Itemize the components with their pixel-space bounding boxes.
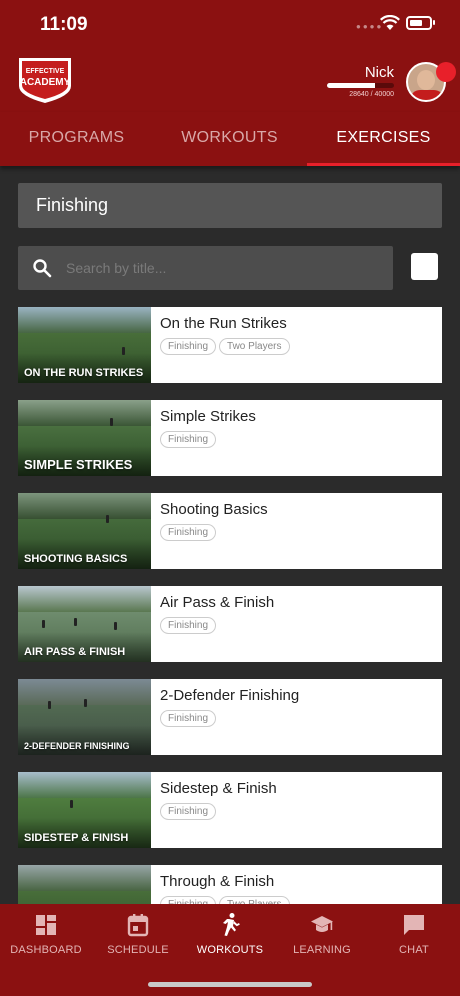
exercise-thumbnail: 2-DEFENDER FINISHING bbox=[18, 679, 151, 755]
tab-programs[interactable]: PROGRAMS bbox=[0, 112, 153, 166]
logo-line1: EFFECTIVE bbox=[26, 68, 65, 75]
top-tabs: PROGRAMS WORKOUTS EXERCISES bbox=[0, 112, 460, 166]
category-selector[interactable]: Finishing bbox=[18, 183, 442, 228]
exercise-thumbnail: AIR PASS & FINISH bbox=[18, 586, 151, 662]
logo-line2: ACADEMY bbox=[20, 77, 71, 88]
exercise-list[interactable]: ON THE RUN STRIKES On the Run Strikes Fi… bbox=[18, 307, 442, 904]
nav-label: DASHBOARD bbox=[10, 944, 82, 956]
exercise-title: Simple Strikes bbox=[160, 408, 256, 425]
tag: Finishing bbox=[160, 338, 217, 355]
tab-exercises[interactable]: EXERCISES bbox=[307, 112, 460, 166]
wifi-icon bbox=[380, 15, 400, 30]
exercise-title: Sidestep & Finish bbox=[160, 780, 277, 797]
exercise-title: Shooting Basics bbox=[160, 501, 268, 518]
tag-list: Finishing bbox=[160, 431, 217, 448]
exercise-title: Air Pass & Finish bbox=[160, 594, 275, 611]
chat-icon bbox=[404, 915, 424, 935]
exercise-title: On the Run Strikes bbox=[160, 315, 287, 332]
status-bar: 11:09 ●●●● bbox=[0, 0, 460, 50]
tag: Two Players bbox=[219, 896, 290, 904]
tag-list: Finishing Two Players bbox=[160, 896, 290, 904]
search-bar bbox=[18, 246, 393, 290]
tag-list: Finishing bbox=[160, 524, 217, 541]
exercise-thumbnail: SIDESTEP & FINISH bbox=[18, 772, 151, 848]
tag: Finishing bbox=[160, 803, 217, 820]
xp-progress-bar bbox=[327, 83, 394, 88]
tag-list: Finishing Two Players bbox=[160, 338, 290, 355]
exercise-card[interactable]: AIR PASS & FINISH Air Pass & Finish Fini… bbox=[18, 586, 442, 662]
academy-logo[interactable]: EFFECTIVE ACADEMY bbox=[16, 56, 74, 104]
search-input[interactable] bbox=[66, 246, 381, 290]
tag: Finishing bbox=[160, 896, 217, 904]
tag: Finishing bbox=[160, 431, 217, 448]
exercise-card[interactable]: SHOOTING BASICS Shooting Basics Finishin… bbox=[18, 493, 442, 569]
filter-checkbox[interactable] bbox=[411, 253, 438, 280]
thumbnail-label: ON THE RUN STRIKES bbox=[24, 367, 144, 379]
exercise-title: 2-Defender Finishing bbox=[160, 687, 300, 704]
nav-label: SCHEDULE bbox=[107, 944, 169, 956]
running-icon bbox=[223, 913, 240, 936]
battery-icon bbox=[406, 16, 432, 30]
tab-workouts[interactable]: WORKOUTS bbox=[153, 112, 306, 166]
tag: Two Players bbox=[219, 338, 290, 355]
calendar-icon bbox=[127, 914, 149, 937]
tag-list: Finishing bbox=[160, 710, 217, 727]
exercise-card[interactable]: Through & Finish Finishing Two Players bbox=[18, 865, 442, 904]
nav-dashboard[interactable]: DASHBOARD bbox=[0, 912, 92, 966]
search-icon bbox=[33, 259, 52, 278]
app-header: EFFECTIVE ACADEMY Nick 28640 / 40000 bbox=[0, 50, 460, 112]
nav-workouts[interactable]: WORKOUTS bbox=[184, 912, 276, 966]
user-name: Nick bbox=[364, 64, 394, 81]
exercise-title: Through & Finish bbox=[160, 873, 275, 890]
exercise-thumbnail: SHOOTING BASICS bbox=[18, 493, 151, 569]
notification-badge[interactable] bbox=[436, 62, 456, 82]
thumbnail-label: 2-DEFENDER FINISHING bbox=[24, 741, 130, 751]
nav-learning[interactable]: LEARNING bbox=[276, 912, 368, 966]
xp-text: 28640 / 40000 bbox=[349, 91, 394, 98]
thumbnail-label: AIR PASS & FINISH bbox=[24, 646, 126, 658]
nav-label: LEARNING bbox=[293, 944, 351, 956]
nav-label: WORKOUTS bbox=[196, 944, 264, 956]
nav-label: CHAT bbox=[399, 944, 429, 956]
tag-list: Finishing bbox=[160, 617, 217, 634]
thumbnail-label: SHOOTING BASICS bbox=[24, 553, 128, 565]
dashboard-icon bbox=[36, 915, 56, 935]
exercise-card[interactable]: SIDESTEP & FINISH Sidestep & Finish Fini… bbox=[18, 772, 442, 848]
tag: Finishing bbox=[160, 524, 217, 541]
exercise-card[interactable]: 2-DEFENDER FINISHING 2-Defender Finishin… bbox=[18, 679, 442, 755]
exercise-card[interactable]: SIMPLE STRIKES Simple Strikes Finishing bbox=[18, 400, 442, 476]
exercise-card[interactable]: ON THE RUN STRIKES On the Run Strikes Fi… bbox=[18, 307, 442, 383]
status-time: 11:09 bbox=[40, 14, 88, 35]
graduation-cap-icon bbox=[311, 916, 333, 932]
exercise-thumbnail: ON THE RUN STRIKES bbox=[18, 307, 151, 383]
thumbnail-label: SIDESTEP & FINISH bbox=[24, 832, 129, 844]
tag-list: Finishing bbox=[160, 803, 217, 820]
tag: Finishing bbox=[160, 617, 217, 634]
thumbnail-label: SIMPLE STRIKES bbox=[24, 457, 133, 472]
nav-schedule[interactable]: SCHEDULE bbox=[92, 912, 184, 966]
tag: Finishing bbox=[160, 710, 217, 727]
exercise-thumbnail bbox=[18, 865, 151, 904]
home-indicator bbox=[148, 982, 312, 987]
exercise-thumbnail: SIMPLE STRIKES bbox=[18, 400, 151, 476]
nav-chat[interactable]: CHAT bbox=[368, 912, 460, 966]
